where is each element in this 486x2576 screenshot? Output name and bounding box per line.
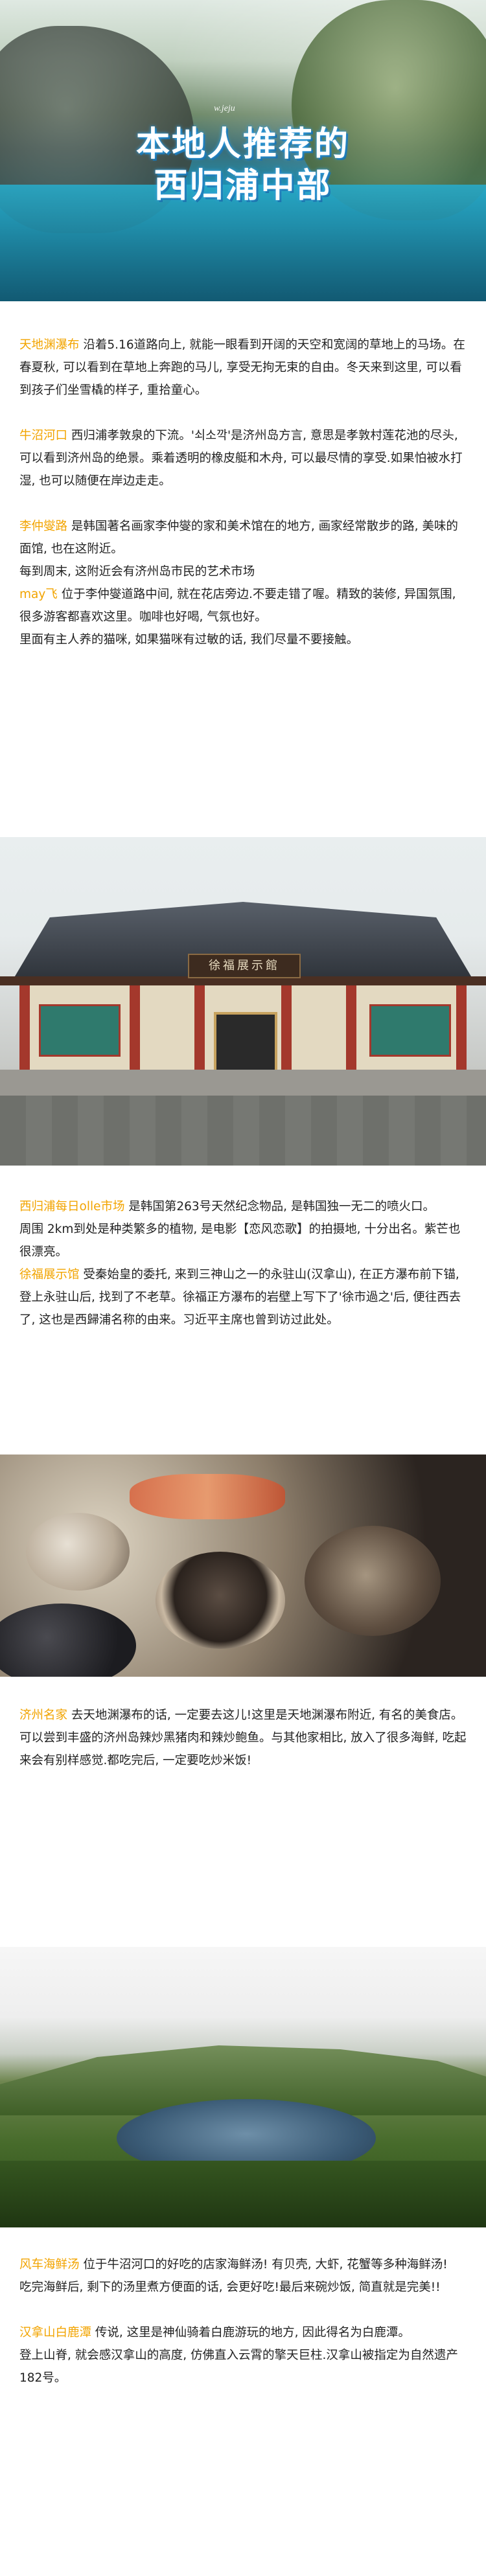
paragraph-lizhongxie: 李仲燮路 是韩国著名画家李仲燮的家和美术馆在的地方, 画家经常散步的路, 美味的…: [19, 515, 467, 560]
paragraph-mayfly: may飞 位于李仲燮道路中间, 就在花店旁边.不要走错了喔。精致的装修, 异国氛…: [19, 583, 467, 628]
shell-decor: [26, 1513, 130, 1591]
paragraph-seafood-soup: 风车海鲜汤 位于牛沼河口的好吃的店家海鲜汤! 有贝壳, 大虾, 花蟹等多种海鲜汤…: [19, 2253, 467, 2276]
paragraph-line: 吃完海鲜后, 剩下的汤里煮方便面的话, 会更好吃!最后来碗炒饭, 简直就是完美!…: [19, 2281, 441, 2294]
paragraph-line: 登上山脊, 就会感汉拿山的高度, 仿佛直入云霄的擎天巨柱.汉拿山被指定为自然遗产…: [19, 2349, 458, 2385]
place-name: 济州名家: [19, 1708, 68, 1722]
hero-title-line2: 西归浦中部: [154, 167, 332, 205]
pillar-decor: [19, 985, 30, 1070]
place-name: 汉拿山白鹿潭: [19, 2326, 92, 2340]
pillar-decor: [456, 985, 467, 1070]
museum-building-image: 徐福展示館: [0, 837, 486, 1166]
section-group-1: 天地渊瀑布 沿着5.16道路向上, 就能一眼看到开阔的天空和宽阔的草地上的马场。…: [19, 334, 467, 651]
place-name: 风车海鲜汤: [19, 2258, 80, 2271]
base-decor: [0, 1070, 486, 1096]
section-group-3: 济州名家 去天地渊瀑布的话, 一定要去这儿!这里是天地渊瀑布附近, 有名的美食店…: [19, 1704, 467, 1772]
paragraph-line: 每到周末, 这附近会有济州岛市民的艺术市场: [19, 565, 255, 579]
pillar-decor: [281, 985, 292, 1070]
paragraph-niuzhao: 牛沼河口 西归浦孝敦泉的下流。'쇠소깍'是济州岛方言, 意思是孝敦村莲花池的尽头…: [19, 424, 467, 492]
paragraph-text: 是韩国著名画家李仲燮的家和美术馆在的地方, 画家经常散步的路, 美味的面馆, 也…: [19, 520, 458, 556]
paragraph-line: 里面有主人养的猫咪, 如果猫咪有过敏的话, 我们尽量不要接触。: [19, 633, 359, 647]
place-name: 天地渊瀑布: [19, 338, 80, 352]
place-name: 徐福展示馆: [19, 1268, 80, 1282]
paragraph-hallasan: 汉拿山白鹿潭 传说, 这里是神仙骑着白鹿游玩的地方, 因此得名为白鹿潭。: [19, 2321, 467, 2344]
museum-sign: 徐福展示館: [188, 954, 301, 978]
seafood-image: [0, 1455, 486, 1677]
paragraph-text: 位于牛沼河口的好吃的店家海鲜汤! 有贝壳, 大虾, 花蟹等多种海鲜汤!: [79, 2258, 448, 2271]
foreground-decor: [0, 2161, 486, 2227]
shrimp-decor: [130, 1474, 285, 1519]
place-name: 李仲燮路: [19, 520, 68, 533]
place-name: 牛沼河口: [19, 429, 68, 443]
window-decor: [39, 1004, 121, 1057]
section-group-4: 风车海鲜汤 位于牛沼河口的好吃的店家海鲜汤! 有贝壳, 大虾, 花蟹等多种海鲜汤…: [19, 2253, 467, 2389]
crater-lake-image: [0, 1947, 486, 2227]
paragraph-jeju-restaurant: 济州名家 去天地渊瀑布的话, 一定要去这儿!这里是天地渊瀑布附近, 有名的美食店…: [19, 1704, 467, 1772]
hero-waterfall-image: w.jeju 本地人推荐的 西归浦中部: [0, 0, 486, 301]
paragraph-olle-market: 西归浦每日olle市场 是韩国第263号天然纪念物品, 是韩国独一无二的喷火口。: [19, 1195, 467, 1218]
paragraph-text: 西归浦孝敦泉的下流。'쇠소깍'是济州岛方言, 意思是孝敦村莲花池的尽头, 可以看…: [19, 429, 463, 488]
section-group-2: 西归浦每日olle市场 是韩国第263号天然纪念物品, 是韩国独一无二的喷火口。…: [19, 1195, 467, 1331]
paragraph-text: 是韩国第263号天然纪念物品, 是韩国独一无二的喷火口。: [124, 1200, 435, 1213]
paragraph-text: 受秦始皇的委托, 来到三神山之一的永驻山(汉拿山), 在正方瀑布前下锚, 登上永…: [19, 1268, 461, 1327]
article-page: w.jeju 本地人推荐的 西归浦中部 天地渊瀑布 沿着5.16道路向上, 就能…: [0, 0, 486, 2576]
paragraph-text: 位于李仲燮道路中间, 就在花店旁边.不要走错了喔。精致的装修, 异国氛围, 很多…: [19, 588, 456, 624]
paragraph-xufu: 徐福展示馆 受秦始皇的委托, 来到三神山之一的永驻山(汉拿山), 在正方瀑布前下…: [19, 1263, 467, 1331]
door-decor: [214, 1012, 277, 1075]
paragraph-text: 去天地渊瀑布的话, 一定要去这儿!这里是天地渊瀑布附近, 有名的美食店。可以尝到…: [19, 1708, 467, 1767]
pan-decor: [0, 1604, 136, 1677]
place-name: 西归浦每日olle市场: [19, 1200, 125, 1213]
paragraph-line: 周围 2km到处是种类繁多的植物, 是电影【恋风恋歌】的拍摄地, 十分出名。紫芒…: [19, 1223, 461, 1259]
place-name: may飞: [19, 588, 58, 601]
paragraph-text: 沿着5.16道路向上, 就能一眼看到开阔的天空和宽阔的草地上的马场。在春夏秋, …: [19, 338, 465, 397]
paving-decor: [0, 1096, 486, 1166]
window-decor: [369, 1004, 451, 1057]
abalone-decor: [156, 1552, 285, 1649]
paragraph-tiandiyuan: 天地渊瀑布 沿着5.16道路向上, 就能一眼看到开阔的天空和宽阔的草地上的马场。…: [19, 334, 467, 402]
pillar-decor: [130, 985, 140, 1070]
museum-sign-text: 徐福展示館: [209, 959, 280, 972]
pillar-decor: [194, 985, 205, 1070]
hero-watermark: w.jeju: [214, 104, 235, 113]
abalone-decor: [305, 1526, 441, 1636]
paragraph-text: 传说, 这里是神仙骑着白鹿游玩的地方, 因此得名为白鹿潭。: [91, 2326, 410, 2340]
pillar-decor: [346, 985, 356, 1070]
